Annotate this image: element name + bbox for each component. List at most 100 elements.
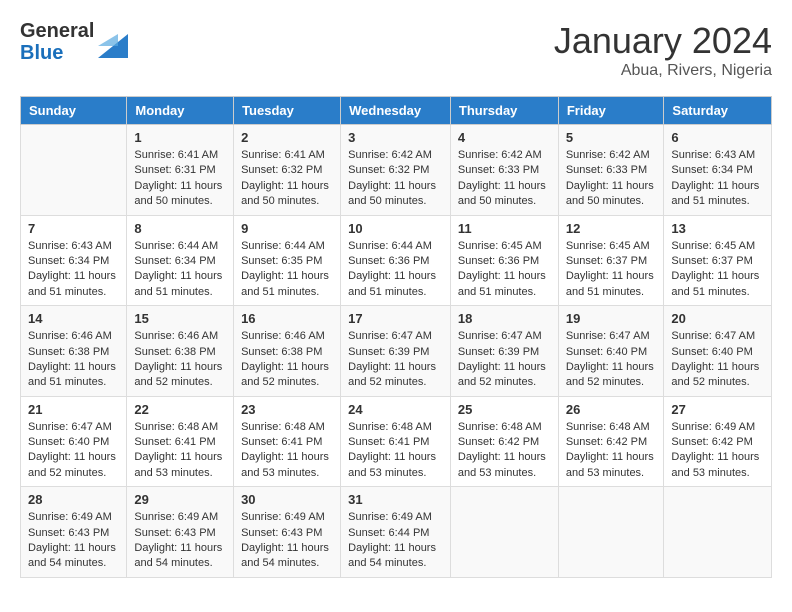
day-info: Sunrise: 6:44 AMSunset: 6:36 PMDaylight:…	[348, 239, 443, 301]
day-number: 15	[134, 311, 226, 326]
day-info: Sunrise: 6:43 AMSunset: 6:34 PMDaylight:…	[671, 148, 764, 210]
day-info: Sunrise: 6:46 AMSunset: 6:38 PMDaylight:…	[241, 329, 333, 391]
day-number: 7	[28, 221, 119, 236]
day-number: 27	[671, 402, 764, 417]
day-info: Sunrise: 6:42 AMSunset: 6:33 PMDaylight:…	[458, 148, 551, 210]
day-number: 31	[348, 492, 443, 507]
calendar-cell: 20Sunrise: 6:47 AMSunset: 6:40 PMDayligh…	[664, 306, 772, 397]
calendar-cell: 12Sunrise: 6:45 AMSunset: 6:37 PMDayligh…	[558, 215, 664, 306]
calendar-cell	[21, 125, 127, 216]
month-year-title: January 2024	[554, 20, 772, 62]
day-number: 30	[241, 492, 333, 507]
day-number: 2	[241, 130, 333, 145]
calendar-cell: 31 Sunrise: 6:49 AMSunset: 6:44 PMDayligh…	[341, 487, 451, 578]
weekday-header: Thursday	[450, 97, 558, 125]
calendar-week-row: 14 Sunrise: 6:46 AMSunset: 6:38 PMDayligh…	[21, 306, 772, 397]
calendar-cell: 3Sunrise: 6:42 AMSunset: 6:32 PMDaylight…	[341, 125, 451, 216]
day-info: Sunrise: 6:46 AMSunset: 6:38 PMDaylight:…	[134, 329, 226, 391]
weekday-header: Friday	[558, 97, 664, 125]
calendar-cell: 15 Sunrise: 6:46 AMSunset: 6:38 PMDayligh…	[127, 306, 234, 397]
day-number: 25	[458, 402, 551, 417]
calendar-cell: 16 Sunrise: 6:46 AMSunset: 6:38 PMDayligh…	[234, 306, 341, 397]
day-info: Sunrise: 6:48 AMSunset: 6:42 PMDaylight:…	[458, 420, 551, 482]
calendar-week-row: 21Sunrise: 6:47 AMSunset: 6:40 PMDayligh…	[21, 396, 772, 487]
day-info: Sunrise: 6:47 AMSunset: 6:40 PMDaylight:…	[566, 329, 657, 391]
calendar-cell: 30 Sunrise: 6:49 AMSunset: 6:43 PMDayligh…	[234, 487, 341, 578]
day-number: 24	[348, 402, 443, 417]
logo: General Blue	[20, 20, 128, 64]
calendar-cell: 17 Sunrise: 6:47 AMSunset: 6:39 PMDayligh…	[341, 306, 451, 397]
day-info: Sunrise: 6:49 AMSunset: 6:43 PMDaylight:…	[134, 510, 226, 572]
weekday-header: Tuesday	[234, 97, 341, 125]
day-info: Sunrise: 6:43 AMSunset: 6:34 PMDaylight:…	[28, 239, 119, 301]
day-info: Sunrise: 6:46 AMSunset: 6:38 PMDaylight:…	[28, 329, 119, 391]
calendar-cell: 9 Sunrise: 6:44 AMSunset: 6:35 PMDaylight…	[234, 215, 341, 306]
day-info: Sunrise: 6:47 AMSunset: 6:39 PMDaylight:…	[348, 329, 443, 391]
logo-blue-text: Blue	[20, 42, 94, 64]
day-info: Sunrise: 6:48 AMSunset: 6:41 PMDaylight:…	[348, 420, 443, 482]
day-info: Sunrise: 6:47 AMSunset: 6:39 PMDaylight:…	[458, 329, 551, 391]
day-info: Sunrise: 6:49 AMSunset: 6:44 PMDaylight:…	[348, 510, 443, 572]
day-info: Sunrise: 6:47 AMSunset: 6:40 PMDaylight:…	[671, 329, 764, 391]
day-number: 19	[566, 311, 657, 326]
day-number: 10	[348, 221, 443, 236]
calendar-cell: 10 Sunrise: 6:44 AMSunset: 6:36 PMDayligh…	[341, 215, 451, 306]
weekday-header-row: SundayMondayTuesdayWednesdayThursdayFrid…	[21, 97, 772, 125]
calendar-cell	[664, 487, 772, 578]
calendar-cell: 29 Sunrise: 6:49 AMSunset: 6:43 PMDayligh…	[127, 487, 234, 578]
page-header: General Blue January 2024 Abua, Rivers, …	[20, 20, 772, 80]
calendar-cell: 23 Sunrise: 6:48 AMSunset: 6:41 PMDayligh…	[234, 396, 341, 487]
calendar-cell: 7 Sunrise: 6:43 AMSunset: 6:34 PMDaylight…	[21, 215, 127, 306]
day-number: 23	[241, 402, 333, 417]
day-info: Sunrise: 6:41 AMSunset: 6:31 PMDaylight:…	[134, 148, 226, 210]
day-number: 22	[134, 402, 226, 417]
day-info: Sunrise: 6:41 AMSunset: 6:32 PMDaylight:…	[241, 148, 333, 210]
logo-icon	[98, 22, 128, 63]
day-number: 9	[241, 221, 333, 236]
calendar-cell: 28 Sunrise: 6:49 AMSunset: 6:43 PMDayligh…	[21, 487, 127, 578]
calendar-cell: 24 Sunrise: 6:48 AMSunset: 6:41 PMDayligh…	[341, 396, 451, 487]
calendar-cell: 5Sunrise: 6:42 AMSunset: 6:33 PMDaylight…	[558, 125, 664, 216]
day-number: 8	[134, 221, 226, 236]
day-number: 29	[134, 492, 226, 507]
calendar-week-row: 28 Sunrise: 6:49 AMSunset: 6:43 PMDayligh…	[21, 487, 772, 578]
day-number: 13	[671, 221, 764, 236]
day-info: Sunrise: 6:48 AMSunset: 6:42 PMDaylight:…	[566, 420, 657, 482]
day-info: Sunrise: 6:44 AMSunset: 6:35 PMDaylight:…	[241, 239, 333, 301]
calendar-cell: 27 Sunrise: 6:49 AMSunset: 6:42 PMDayligh…	[664, 396, 772, 487]
day-number: 28	[28, 492, 119, 507]
day-info: Sunrise: 6:45 AMSunset: 6:37 PMDaylight:…	[671, 239, 764, 301]
day-number: 11	[458, 221, 551, 236]
calendar-cell: 19 Sunrise: 6:47 AMSunset: 6:40 PMDayligh…	[558, 306, 664, 397]
calendar-cell: 2 Sunrise: 6:41 AMSunset: 6:32 PMDaylight…	[234, 125, 341, 216]
weekday-header: Saturday	[664, 97, 772, 125]
calendar-cell: 4 Sunrise: 6:42 AMSunset: 6:33 PMDaylight…	[450, 125, 558, 216]
calendar-cell: 11 Sunrise: 6:45 AMSunset: 6:36 PMDayligh…	[450, 215, 558, 306]
day-info: Sunrise: 6:44 AMSunset: 6:34 PMDaylight:…	[134, 239, 226, 301]
day-number: 26	[566, 402, 657, 417]
day-info: Sunrise: 6:49 AMSunset: 6:43 PMDaylight:…	[241, 510, 333, 572]
day-number: 17	[348, 311, 443, 326]
day-info: Sunrise: 6:45 AMSunset: 6:36 PMDaylight:…	[458, 239, 551, 301]
day-info: Sunrise: 6:47 AMSunset: 6:40 PMDaylight:…	[28, 420, 119, 482]
calendar-cell: 21Sunrise: 6:47 AMSunset: 6:40 PMDayligh…	[21, 396, 127, 487]
weekday-header: Monday	[127, 97, 234, 125]
calendar-cell: 18 Sunrise: 6:47 AMSunset: 6:39 PMDayligh…	[450, 306, 558, 397]
day-number: 16	[241, 311, 333, 326]
day-info: Sunrise: 6:48 AMSunset: 6:41 PMDaylight:…	[241, 420, 333, 482]
day-info: Sunrise: 6:48 AMSunset: 6:41 PMDaylight:…	[134, 420, 226, 482]
day-number: 6	[671, 130, 764, 145]
day-number: 14	[28, 311, 119, 326]
day-number: 4	[458, 130, 551, 145]
calendar-week-row: 7 Sunrise: 6:43 AMSunset: 6:34 PMDaylight…	[21, 215, 772, 306]
day-info: Sunrise: 6:49 AMSunset: 6:42 PMDaylight:…	[671, 420, 764, 482]
calendar-cell	[558, 487, 664, 578]
day-number: 12	[566, 221, 657, 236]
day-number: 18	[458, 311, 551, 326]
day-info: Sunrise: 6:49 AMSunset: 6:43 PMDaylight:…	[28, 510, 119, 572]
calendar-cell	[450, 487, 558, 578]
title-block: January 2024 Abua, Rivers, Nigeria	[554, 20, 772, 80]
day-info: Sunrise: 6:42 AMSunset: 6:33 PMDaylight:…	[566, 148, 657, 210]
calendar-cell: 26 Sunrise: 6:48 AMSunset: 6:42 PMDayligh…	[558, 396, 664, 487]
weekday-header: Sunday	[21, 97, 127, 125]
